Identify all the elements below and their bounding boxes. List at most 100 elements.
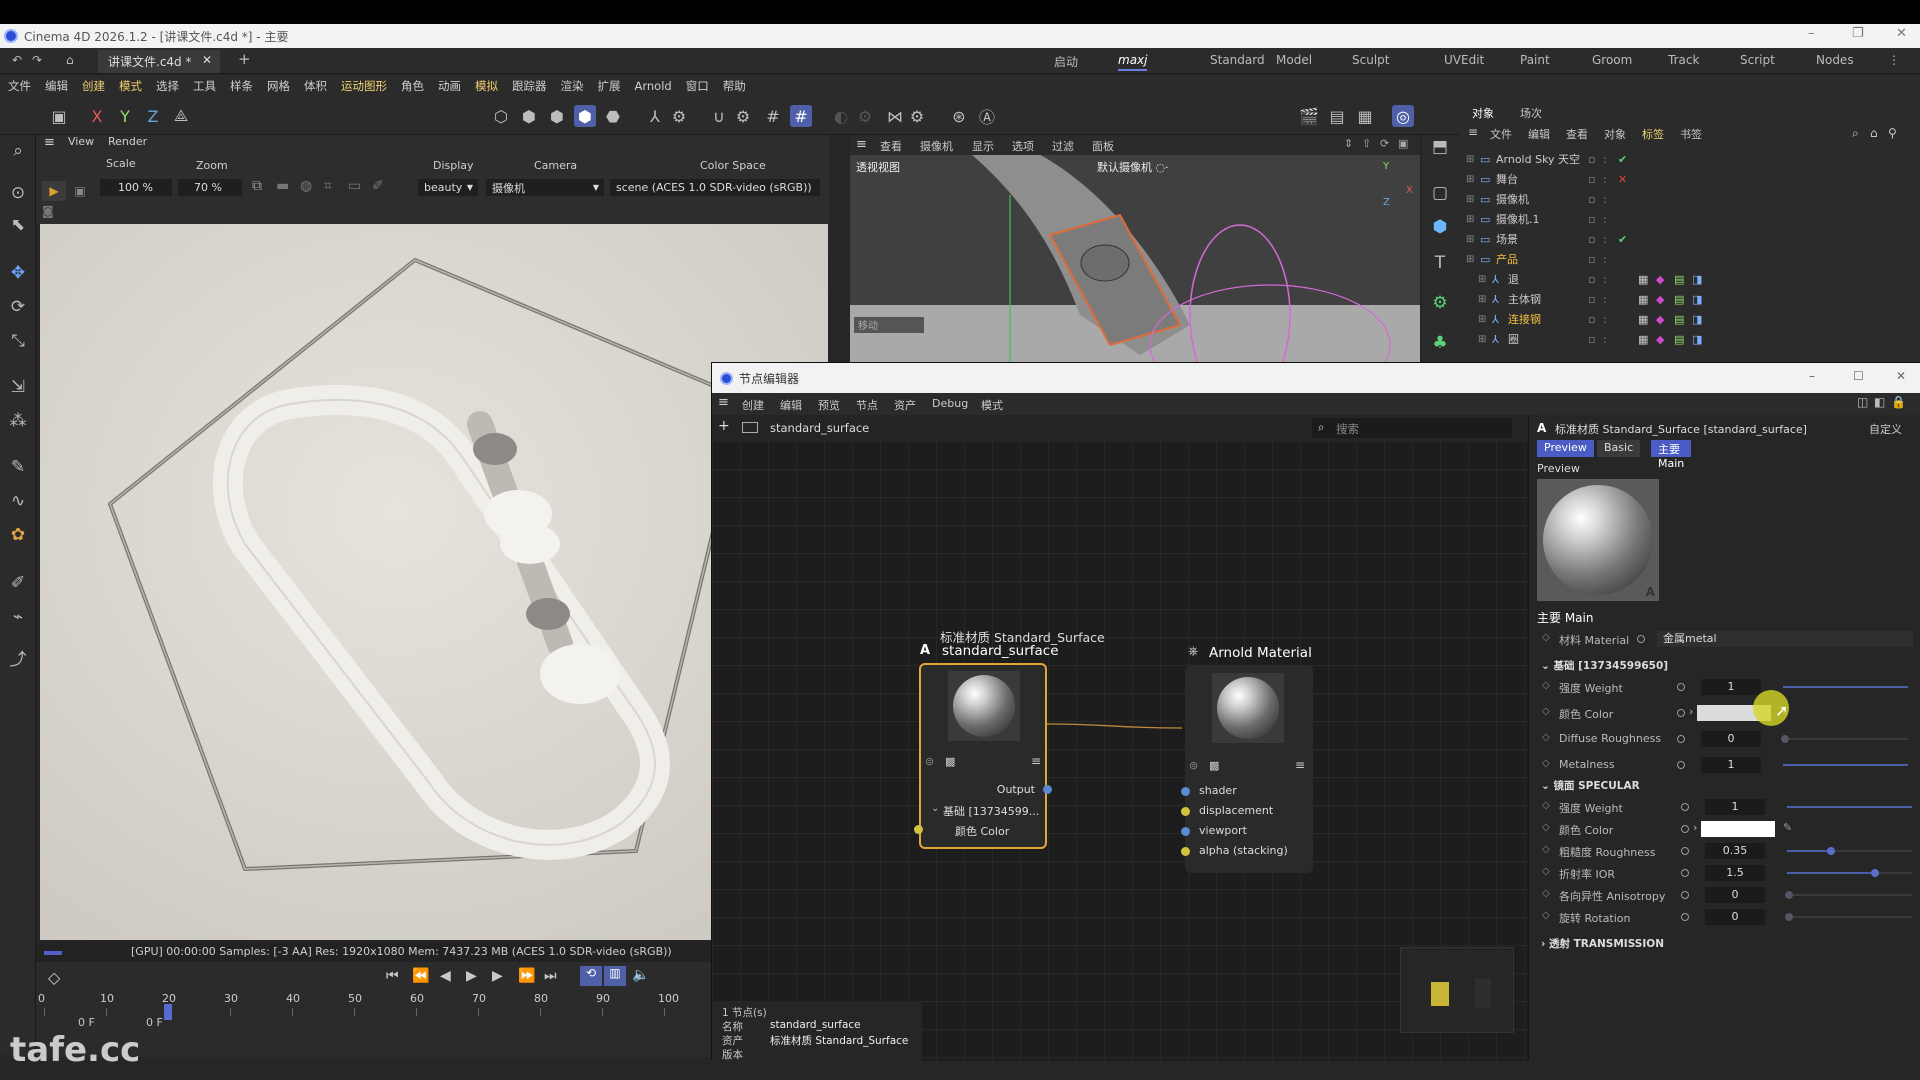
object-row[interactable]: ⊞ ▭ 舞台 ▫: ✕ (1460, 169, 1920, 189)
hamburger-icon[interactable]: ≡ (856, 137, 867, 152)
menu-item[interactable]: 动画 (438, 78, 461, 94)
menu-item[interactable]: 创建 (82, 78, 105, 94)
layout-tab[interactable]: 启动 (1054, 53, 1078, 70)
layout-icon[interactable]: ◫ (1857, 395, 1868, 409)
menu-item[interactable]: 样条 (230, 78, 253, 94)
keyframe-icon[interactable]: ◇ (1542, 844, 1550, 855)
render-dot-icon[interactable]: : (1603, 293, 1607, 306)
sync-icon[interactable]: ⊜ (1189, 759, 1198, 772)
lock-icon[interactable]: ⊛ (948, 105, 970, 127)
nodes-icon[interactable]: ⌗ (324, 178, 332, 194)
chevron-right-icon[interactable]: › (1689, 705, 1693, 718)
input-port[interactable] (1181, 787, 1190, 796)
previous-frame-icon[interactable]: ◀ (440, 968, 451, 984)
brush-icon[interactable]: ✐ (6, 571, 30, 595)
slider-knob[interactable] (1826, 847, 1835, 855)
start-render-icon[interactable]: ▶ (42, 181, 66, 201)
object-row[interactable]: ⊞ ▭ 产品 ▫: (1460, 249, 1920, 269)
node-canvas[interactable]: 标准材质 Standard_Surface A standard_surface… (712, 441, 1528, 1061)
render-dot-icon[interactable]: : (1603, 193, 1607, 206)
color-input-port[interactable] (914, 825, 923, 834)
viewport-camera[interactable]: 默认摄像机 ◌· (1097, 159, 1169, 175)
keyframe-icon[interactable]: ◇ (1542, 706, 1550, 717)
visibility-icon[interactable]: ▫ (1588, 273, 1595, 286)
render-menu-render[interactable]: Render (108, 135, 147, 148)
symmetry-settings-icon[interactable]: ⚙ (854, 105, 876, 127)
tag-icon[interactable]: ▦ (1638, 313, 1648, 326)
layout-tab[interactable]: maxj (1118, 53, 1148, 71)
minimize-icon[interactable]: – (1808, 26, 1815, 41)
navigator-minimap[interactable] (1400, 947, 1514, 1033)
uv-mode-icon[interactable]: ⬣ (602, 105, 624, 127)
redo-icon[interactable]: ↷ (32, 53, 42, 67)
render-view-icon[interactable]: ▤ (1326, 105, 1348, 127)
hamburger-icon[interactable]: ≡ (718, 395, 729, 410)
expand-icon[interactable]: ⊞ (1478, 274, 1486, 285)
hamburger-icon[interactable]: ≡ (1468, 125, 1478, 139)
animate-icon[interactable] (1677, 683, 1685, 691)
menu-item[interactable]: 文件 (8, 78, 31, 94)
visibility-icon[interactable]: ▫ (1588, 173, 1595, 186)
render-menu-view[interactable]: View (68, 135, 94, 148)
node-menu-item[interactable]: 编辑 (780, 397, 802, 413)
extrude-icon[interactable]: ⤴ (6, 645, 30, 670)
keyframe-icon[interactable]: ◇ (1542, 680, 1550, 691)
search-icon[interactable]: ⌕ (6, 139, 30, 163)
lock-icon[interactable]: 🔒 (1891, 395, 1906, 409)
color-picker-icon[interactable]: ✎ (1783, 821, 1792, 834)
menu-item[interactable]: 扩展 (598, 78, 621, 94)
snap-settings-icon[interactable]: ⚙ (732, 105, 754, 127)
maximize-icon[interactable]: ❐ (1852, 26, 1864, 41)
menu-icon[interactable]: ≡ (1295, 758, 1305, 772)
property-slider[interactable] (1785, 913, 1912, 921)
compare-icon[interactable]: ▬ (276, 178, 289, 194)
axis-y-lock[interactable]: Y (114, 105, 136, 127)
expand-icon[interactable]: ⊞ (1478, 334, 1486, 345)
deformer-icon[interactable]: ♣ (1428, 331, 1452, 355)
tag-icon[interactable]: ▤ (1674, 333, 1684, 346)
object-row[interactable]: ⊞ ⅄ 退 ▫: ▦ ◆ ▤ ◨ (1460, 269, 1920, 289)
slider-knob[interactable] (1785, 891, 1793, 899)
render-dot-icon[interactable]: : (1603, 313, 1607, 326)
display-select[interactable]: beauty ▼ (418, 179, 478, 196)
coordinate-system-icon[interactable]: ⟁ (170, 105, 192, 127)
menu-item[interactable]: 选择 (156, 78, 179, 94)
visibility-icon[interactable]: ▫ (1588, 253, 1595, 266)
object-row[interactable]: ⊞ ⅄ 主体钢 ▫: ▦ ◆ ▤ ◨ (1460, 289, 1920, 309)
visibility-icon[interactable]: ▫ (1588, 293, 1595, 306)
menu-item[interactable]: 帮助 (723, 78, 746, 94)
chevron-down-icon[interactable]: ⌄ (931, 803, 939, 814)
menu-item[interactable]: 跟踪器 (512, 78, 547, 94)
visibility-icon[interactable]: ▫ (1588, 213, 1595, 226)
menu-icon[interactable]: ≡ (1031, 754, 1041, 768)
visibility-icon[interactable]: ▫ (1588, 333, 1595, 346)
transform-icon[interactable]: ⇲ (6, 375, 30, 399)
expand-icon[interactable]: ⊞ (1478, 294, 1486, 305)
tag-icon[interactable]: ◨ (1692, 273, 1702, 286)
animate-icon[interactable] (1681, 891, 1689, 899)
om-menu-item[interactable]: 标签 (1642, 126, 1664, 142)
node-standard-surface[interactable]: ⊜ ▩ ≡ Output ⌄ 基础 [13734599... 颜色 Color (914, 663, 1052, 849)
expand-icon[interactable]: ⊞ (1466, 194, 1474, 205)
symmetry-icon[interactable]: ◐ (830, 105, 852, 127)
grid-icon[interactable]: # (762, 105, 784, 127)
object-row[interactable]: ⊞ ▭ 摄像机.1 ▫: (1460, 209, 1920, 229)
render-active-icon[interactable]: ◎ (1392, 105, 1414, 127)
expand-icon[interactable]: ⊞ (1466, 174, 1474, 185)
property-slider[interactable] (1785, 891, 1912, 899)
sync-icon[interactable]: ⊜ (925, 755, 934, 768)
settings-icon[interactable]: ⚙ (668, 105, 690, 127)
menu-item[interactable]: 渲染 (561, 78, 584, 94)
pick-icon[interactable]: ✐ (372, 178, 384, 194)
layout-tab[interactable]: Groom (1592, 53, 1632, 67)
property-value[interactable]: 1 (1701, 679, 1761, 695)
previous-key-icon[interactable]: ⏪ (412, 968, 429, 984)
layout-tab[interactable]: Script (1740, 53, 1775, 67)
menu-item[interactable]: 窗口 (686, 78, 709, 94)
search-icon[interactable]: ⌕ (1852, 126, 1859, 141)
om-menu-item[interactable]: 书签 (1680, 126, 1702, 142)
om-menu-item[interactable]: 查看 (1566, 126, 1588, 142)
customize-button[interactable]: 自定义 (1869, 421, 1902, 437)
layout-tab[interactable]: Track (1668, 53, 1699, 67)
material-value[interactable]: 金属metal (1657, 631, 1913, 647)
